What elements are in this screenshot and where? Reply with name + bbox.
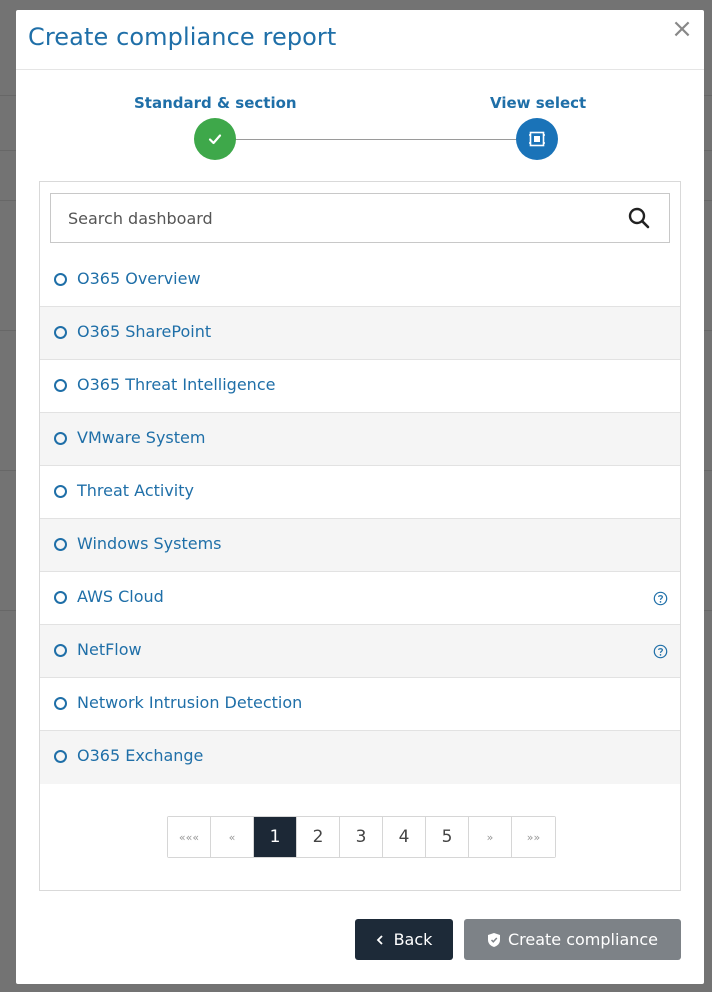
list-item[interactable]: O365 Exchange — [40, 731, 680, 784]
create-compliance-modal: Create compliance report × Standard & se… — [16, 10, 704, 984]
create-compliance-button[interactable]: Create compliance — [464, 919, 681, 960]
list-item-label: VMware System — [77, 428, 206, 447]
next-page-button[interactable]: » — [469, 817, 512, 857]
help-icon[interactable] — [653, 591, 668, 606]
list-item-label: O365 SharePoint — [77, 322, 212, 341]
radio-button[interactable] — [54, 273, 67, 286]
list-item-label: O365 Threat Intelligence — [77, 375, 276, 394]
radio-button[interactable] — [54, 591, 67, 604]
list-item[interactable]: Windows Systems — [40, 519, 680, 572]
list-item[interactable]: VMware System — [40, 413, 680, 466]
dashboard-list: O365 Overview O365 SharePoint O365 Threa… — [40, 254, 680, 784]
previous-page-button[interactable]: « — [211, 817, 254, 857]
chevron-left-icon — [376, 934, 383, 945]
list-item[interactable]: Threat Activity — [40, 466, 680, 519]
page-button-1[interactable]: 1 — [254, 817, 297, 857]
list-item-label: Windows Systems — [77, 534, 222, 553]
check-icon — [208, 134, 222, 145]
radio-button[interactable] — [54, 379, 67, 392]
radio-button[interactable] — [54, 326, 67, 339]
pagination: ««« « 1 2 3 4 5 » »» — [167, 816, 556, 858]
list-item[interactable]: O365 SharePoint — [40, 307, 680, 360]
list-item-label: Threat Activity — [77, 481, 194, 500]
create-compliance-label: Create compliance — [507, 930, 659, 949]
search-input[interactable] — [51, 194, 621, 242]
list-item[interactable]: Network Intrusion Detection — [40, 678, 680, 731]
step-label-standard-section: Standard & section — [134, 94, 297, 112]
page-button-4[interactable]: 4 — [383, 817, 426, 857]
list-item-label: O365 Overview — [77, 269, 201, 288]
step-connector — [216, 139, 538, 140]
radio-button[interactable] — [54, 432, 67, 445]
help-icon[interactable] — [653, 644, 668, 659]
step-completed-circle[interactable] — [194, 118, 236, 160]
list-item-label: AWS Cloud — [77, 587, 164, 606]
list-item-label: O365 Exchange — [77, 746, 204, 765]
list-item[interactable]: NetFlow — [40, 625, 680, 678]
modal-title: Create compliance report — [28, 23, 337, 51]
back-button[interactable]: Back — [355, 919, 453, 960]
step-current-circle[interactable] — [516, 118, 558, 160]
modal-header: Create compliance report × — [16, 10, 704, 70]
page-button-5[interactable]: 5 — [426, 817, 469, 857]
list-item[interactable]: O365 Threat Intelligence — [40, 360, 680, 413]
wizard-stepper: Standard & section View select — [16, 70, 704, 180]
step-label-view-select: View select — [490, 94, 587, 112]
list-item-label: Network Intrusion Detection — [77, 693, 303, 712]
search-icon[interactable] — [627, 206, 651, 230]
page-button-3[interactable]: 3 — [340, 817, 383, 857]
radio-button[interactable] — [54, 750, 67, 763]
back-button-label: Back — [393, 930, 433, 949]
list-item-label: NetFlow — [77, 640, 142, 659]
radio-button[interactable] — [54, 697, 67, 710]
search-box — [50, 193, 670, 243]
first-page-button[interactable]: ««« — [168, 817, 211, 857]
shield-icon — [487, 932, 500, 947]
list-item[interactable]: O365 Overview — [40, 254, 680, 307]
last-page-button[interactable]: »» — [512, 817, 555, 857]
view-select-icon — [529, 131, 545, 147]
radio-button[interactable] — [54, 644, 67, 657]
radio-button[interactable] — [54, 485, 67, 498]
page-button-2[interactable]: 2 — [297, 817, 340, 857]
list-item[interactable]: AWS Cloud — [40, 572, 680, 625]
close-button[interactable]: × — [670, 16, 694, 42]
dashboard-list-panel: O365 Overview O365 SharePoint O365 Threa… — [39, 181, 681, 891]
radio-button[interactable] — [54, 538, 67, 551]
